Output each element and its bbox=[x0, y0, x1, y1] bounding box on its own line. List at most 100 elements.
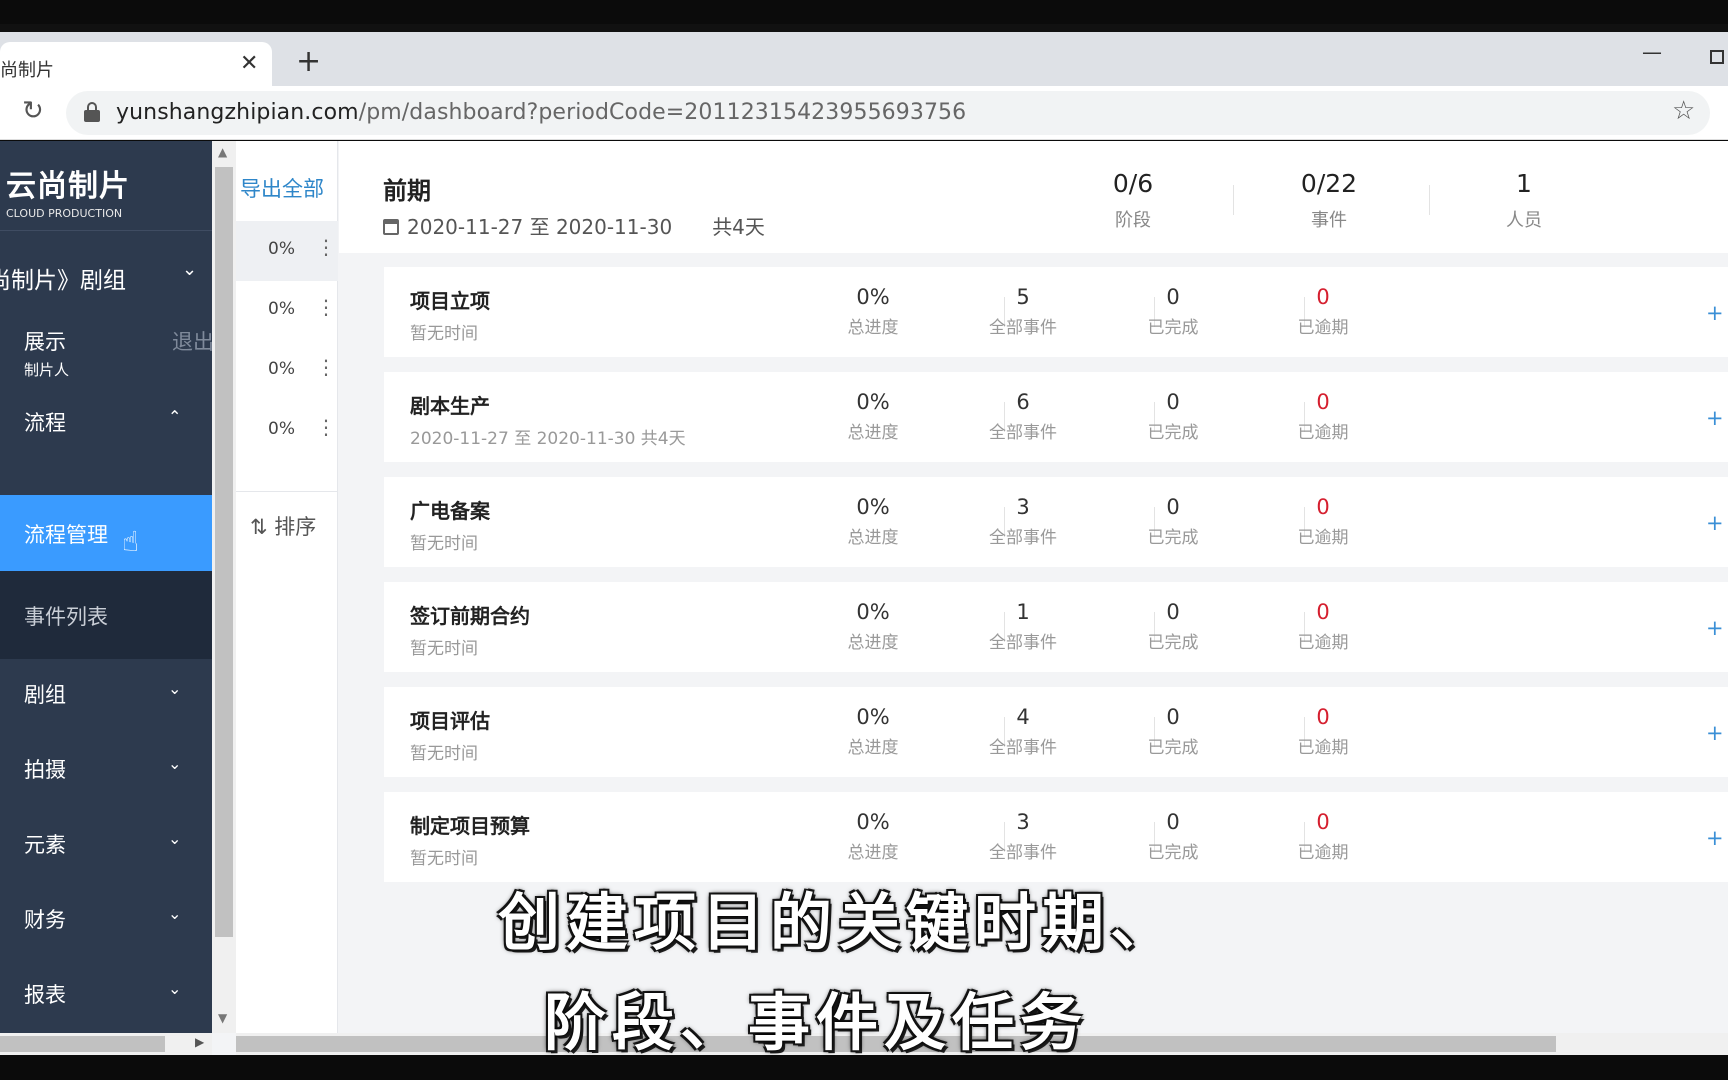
stat-all-events: 4 全部事件 bbox=[989, 705, 1057, 758]
sidebar-scrollbar[interactable]: ▲ ▼ bbox=[212, 141, 236, 1033]
stage-card[interactable]: 项目评估暂无时间 0%总进度 4全部事件 0已完成 0已逾期 + 新建 bbox=[384, 687, 1728, 777]
new-event-button[interactable]: + 新建 bbox=[1706, 822, 1728, 852]
stat-completed: 0 已完成 bbox=[1147, 810, 1199, 863]
stat-divider bbox=[1233, 185, 1234, 215]
sort-button[interactable]: ⇅ 排序 bbox=[250, 511, 316, 541]
subtitle-line-2: 阶段、事件及任务 bbox=[544, 986, 1089, 1059]
scroll-down-icon[interactable]: ▼ bbox=[218, 1011, 227, 1025]
logout-link[interactable]: 退出 bbox=[172, 326, 212, 356]
period-item[interactable]: 0% ⋮ bbox=[236, 281, 338, 341]
browser-tab-bar: 云尚制片 ✕ + — bbox=[0, 24, 1728, 94]
stat-overdue: 0 已逾期 bbox=[1297, 810, 1349, 863]
minimize-icon[interactable]: — bbox=[1642, 40, 1662, 64]
nav-section-finance[interactable]: 财务 ⌄ bbox=[0, 884, 212, 952]
stage-time: 暂无时间 bbox=[410, 639, 478, 659]
period-item[interactable]: 0% ⋮ bbox=[236, 341, 338, 401]
stage-card[interactable]: 广电备案暂无时间 0%总进度 3全部事件 0已完成 0已逾期 + 新建 bbox=[384, 477, 1728, 567]
address-bar: ↻ yunshangzhipian.com/pm/dashboard?perio… bbox=[0, 86, 1728, 140]
stage-name: 项目评估 bbox=[410, 709, 490, 733]
scroll-up-icon[interactable]: ▲ bbox=[218, 145, 227, 159]
stat-divider bbox=[1429, 185, 1430, 215]
tab-title: 云尚制片 bbox=[0, 60, 54, 81]
calendar-icon bbox=[383, 219, 399, 235]
sidebar: 云尚制片 CLOUD PRODUCTION 《云尚制片》剧组 ⌄ 展示 制片人 … bbox=[0, 141, 212, 1033]
stage-card[interactable]: 签订前期合约暂无时间 0%总进度 1全部事件 0已完成 0已逾期 + 新建 bbox=[384, 582, 1728, 672]
stat-overdue: 0 已逾期 bbox=[1297, 600, 1349, 653]
stat-completed: 0 已完成 bbox=[1147, 390, 1199, 443]
stage-time: 暂无时间 bbox=[410, 324, 478, 344]
nav-item-flow-management[interactable]: 流程管理 ☝ bbox=[0, 495, 212, 571]
stat-overdue: 0 已逾期 bbox=[1297, 390, 1349, 443]
project-selector[interactable]: 《云尚制片》剧组 bbox=[0, 261, 126, 295]
new-event-button[interactable]: + 新建 bbox=[1706, 297, 1728, 327]
stat-all-events: 1 全部事件 bbox=[989, 600, 1057, 653]
stage-time: 暂无时间 bbox=[410, 534, 478, 554]
stat-progress: 0% 总进度 bbox=[847, 390, 899, 443]
nav-item-event-list[interactable]: 事件列表 bbox=[0, 571, 212, 659]
more-icon[interactable]: ⋮ bbox=[316, 235, 336, 259]
chevron-up-icon: ⌃ bbox=[168, 407, 182, 426]
stat-progress: 0% 总进度 bbox=[847, 810, 899, 863]
user-role: 制片人 bbox=[24, 361, 70, 379]
export-all-button[interactable]: 导出全部 bbox=[240, 173, 324, 203]
stat-progress: 0% 总进度 bbox=[847, 705, 899, 758]
new-event-button[interactable]: + 新建 bbox=[1706, 402, 1728, 432]
stat-all-events: 5 全部事件 bbox=[989, 285, 1057, 338]
chevron-down-icon: ⌄ bbox=[168, 754, 182, 773]
more-icon[interactable]: ⋮ bbox=[316, 295, 336, 319]
stat-completed: 0 已完成 bbox=[1147, 705, 1199, 758]
nav-section-flow[interactable]: 流程 ⌃ bbox=[0, 387, 212, 455]
period-divider bbox=[236, 491, 338, 492]
stage-time: 2020-11-27 至 2020-11-30 共4天 bbox=[410, 429, 686, 449]
nav-section-reports[interactable]: 报表 ⌄ bbox=[0, 959, 212, 1027]
stat-progress: 0% 总进度 bbox=[847, 600, 899, 653]
stat-events: 0/22 事件 bbox=[1300, 169, 1358, 231]
new-event-button[interactable]: + 新建 bbox=[1706, 612, 1728, 642]
period-item[interactable]: 0% ⋮ bbox=[236, 221, 338, 281]
nav-section-elements[interactable]: 元素 ⌄ bbox=[0, 809, 212, 877]
chevron-down-icon: ⌄ bbox=[168, 904, 182, 923]
stat-all-events: 3 全部事件 bbox=[989, 810, 1057, 863]
subtitle-line-1: 创建项目的关键时期、 bbox=[498, 886, 1179, 959]
stage-card[interactable]: 项目立项暂无时间 0%总进度 5全部事件 0已完成 0已逾期 + 新建 bbox=[384, 267, 1728, 357]
maximize-icon[interactable] bbox=[1710, 50, 1724, 64]
scroll-right-icon[interactable]: ▶ bbox=[195, 1035, 204, 1049]
new-event-button[interactable]: + 新建 bbox=[1706, 717, 1728, 747]
new-event-button[interactable]: + 新建 bbox=[1706, 507, 1728, 537]
nav-section-shooting[interactable]: 拍摄 ⌄ bbox=[0, 734, 212, 802]
more-icon[interactable]: ⋮ bbox=[316, 415, 336, 439]
period-item[interactable]: 0% ⋮ bbox=[236, 401, 338, 461]
period-header: 前期 2020-11-27 至 2020-11-30 共4天 0/6 阶段 0/2… bbox=[339, 141, 1728, 253]
page-title: 前期 bbox=[383, 177, 431, 205]
stat-completed: 0 已完成 bbox=[1147, 495, 1199, 548]
chevron-down-icon: ⌄ bbox=[168, 979, 182, 998]
nav-section-crew[interactable]: 剧组 ⌄ bbox=[0, 659, 212, 727]
stage-name: 制定项目预算 bbox=[410, 814, 530, 838]
stat-completed: 0 已完成 bbox=[1147, 600, 1199, 653]
stat-overdue: 0 已逾期 bbox=[1297, 705, 1349, 758]
stage-card[interactable]: 制定项目预算暂无时间 0%总进度 3全部事件 0已完成 0已逾期 + 新建 bbox=[384, 792, 1728, 882]
scrollbar-thumb[interactable] bbox=[0, 1036, 165, 1052]
stage-name: 项目立项 bbox=[410, 289, 490, 313]
logo: 云尚制片 CLOUD PRODUCTION bbox=[6, 169, 130, 220]
bookmark-star-icon[interactable]: ☆ bbox=[1672, 96, 1695, 126]
close-tab-icon[interactable]: ✕ bbox=[240, 51, 258, 76]
reload-icon[interactable]: ↻ bbox=[22, 96, 44, 126]
stat-all-events: 6 全部事件 bbox=[989, 390, 1057, 443]
url-field[interactable]: yunshangzhipian.com/pm/dashboard?periodC… bbox=[66, 91, 1710, 135]
stat-overdue: 0 已逾期 bbox=[1297, 495, 1349, 548]
chevron-down-icon[interactable]: ⌄ bbox=[182, 259, 197, 280]
sidebar-divider bbox=[0, 230, 212, 231]
stage-card[interactable]: 剧本生产 2020-11-27 至 2020-11-30 共4天 0% 总进度 6 全部事… bbox=[384, 372, 1728, 462]
stat-progress: 0% 总进度 bbox=[847, 495, 899, 548]
new-tab-icon[interactable]: + bbox=[296, 44, 321, 79]
period-list: 导出全部 0% ⋮ 0% ⋮ 0% ⋮ 0% ⋮ ⇅ 排序 bbox=[236, 141, 338, 1033]
stage-name: 广电备案 bbox=[410, 499, 490, 523]
more-icon[interactable]: ⋮ bbox=[316, 355, 336, 379]
chevron-down-icon: ⌄ bbox=[168, 829, 182, 848]
lock-icon bbox=[84, 102, 100, 122]
stat-all-events: 3 全部事件 bbox=[989, 495, 1057, 548]
scrollbar-thumb[interactable] bbox=[215, 167, 233, 937]
sidebar-horizontal-scrollbar[interactable]: ▶ bbox=[0, 1033, 212, 1055]
period-dates: 2020-11-27 至 2020-11-30 共4天 bbox=[383, 211, 765, 240]
